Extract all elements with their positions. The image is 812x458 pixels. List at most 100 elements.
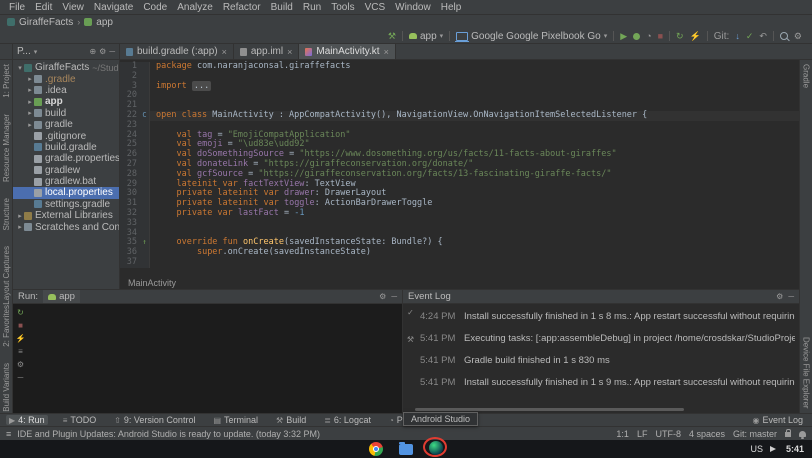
menu-tools[interactable]: Tools	[326, 2, 359, 13]
tree-item-idea[interactable]: ▸.idea	[13, 85, 119, 96]
stop-button[interactable]: ■	[658, 32, 663, 41]
tree-arrow-icon[interactable]: ▸	[26, 109, 34, 117]
run-tab-app[interactable]: app	[43, 290, 80, 303]
git-update-button[interactable]: ↓	[735, 32, 740, 41]
tree-item-gradle[interactable]: ▸.gradle	[13, 73, 119, 84]
close-tab-icon[interactable]: ×	[287, 47, 292, 57]
editor-tab-build-gradle-app[interactable]: build.gradle (:app)×	[120, 44, 234, 59]
minimize-icon[interactable]: ─	[391, 292, 397, 301]
check-icon[interactable]: ✓	[407, 308, 414, 317]
tool-window-button-build-variants[interactable]: Build Variants	[2, 363, 11, 412]
hide-panel-icon[interactable]: ─	[109, 47, 115, 56]
clock[interactable]: 5:41	[786, 444, 804, 454]
tree-arrow-icon[interactable]: ▸	[26, 121, 34, 129]
status-git-master[interactable]: Git: master	[733, 429, 777, 439]
notifications-bell-icon[interactable]	[799, 431, 806, 437]
tree-item-build-gradle[interactable]: build.gradle	[13, 142, 119, 153]
menu-help[interactable]: Help	[436, 2, 467, 13]
minimize-icon[interactable]: ─	[18, 373, 24, 382]
keyboard-layout-indicator[interactable]: US	[750, 444, 763, 454]
toolwindow-button-6-logcat[interactable]: ≣6: Logcat	[321, 415, 374, 425]
run-console[interactable]	[28, 304, 402, 413]
tool-window-button-structure[interactable]: Structure	[2, 198, 11, 230]
tree-item-external-libraries[interactable]: ▸External Libraries	[13, 210, 119, 221]
tree-item-scratches-and-consoles[interactable]: ▸Scratches and Consoles	[13, 221, 119, 232]
editor[interactable]: 1package com.naranjaconsal.giraffefacts2…	[120, 60, 799, 289]
toolwindow-button-event-log[interactable]: ◉Event Log	[749, 415, 806, 425]
run-configuration-select[interactable]: app ▾	[409, 31, 443, 42]
close-tab-icon[interactable]: ×	[222, 47, 227, 57]
run-settings-gear-icon[interactable]: ⚙	[379, 292, 386, 301]
menu-run[interactable]: Run	[298, 2, 326, 13]
lock-icon[interactable]	[785, 432, 791, 437]
tree-item-app[interactable]: ▸app	[13, 96, 119, 107]
bolt-icon[interactable]: ⚡	[16, 334, 26, 343]
gear-icon[interactable]: ⚙	[17, 360, 24, 369]
run-button[interactable]: ▶	[620, 32, 627, 41]
status-utf-8[interactable]: UTF-8	[655, 429, 681, 439]
status-1-1[interactable]: 1:1	[616, 429, 629, 439]
editor-breadcrumb[interactable]: MainActivity	[120, 277, 799, 289]
tool-window-button-gradle[interactable]: Gradle	[802, 64, 811, 88]
tree-arrow-icon[interactable]: ▸	[16, 212, 24, 220]
git-commit-button[interactable]: ✓	[746, 32, 754, 41]
tree-item-build[interactable]: ▸build	[13, 108, 119, 119]
device-select[interactable]: Google Google Pixelbook Go ▾	[456, 31, 607, 42]
toolwindow-button-9-version-control[interactable]: ⇧9: Version Control	[111, 415, 198, 425]
menu-build[interactable]: Build	[266, 2, 298, 13]
tree-item-settings-gradle[interactable]: settings.gradle	[13, 199, 119, 210]
menu-navigate[interactable]: Navigate	[89, 2, 138, 13]
status-message[interactable]: IDE and Plugin Updates: Android Studio i…	[17, 429, 320, 439]
menu-code[interactable]: Code	[138, 2, 172, 13]
tool-window-button-resource-manager[interactable]: Resource Manager	[2, 114, 11, 182]
tool-window-button-2-favorites[interactable]: 2: Favorites	[2, 305, 11, 347]
chrome-icon[interactable]	[369, 442, 383, 456]
apply-code-changes-button[interactable]: ⚡	[690, 32, 701, 41]
status-4-spaces[interactable]: 4 spaces	[689, 429, 725, 439]
close-tab-icon[interactable]: ×	[384, 47, 389, 57]
minimize-icon[interactable]: ─	[788, 292, 794, 301]
code-area[interactable]: 1package com.naranjaconsal.giraffefacts2…	[120, 60, 799, 277]
tool-window-button-1-project[interactable]: 1: Project	[2, 64, 11, 98]
menu-icon[interactable]: ≡	[18, 347, 23, 356]
menu-analyze[interactable]: Analyze	[172, 2, 218, 13]
build-hammer-icon[interactable]: ⚒	[388, 32, 396, 41]
tree-item-giraffefacts[interactable]: ▾GiraffeFacts~/StudioProjects/GiraffeFac…	[13, 62, 119, 73]
tool-window-button-device-file-explorer[interactable]: Device File Explorer	[802, 337, 811, 409]
editor-tab-mainactivity-kt[interactable]: MainActivity.kt×	[299, 44, 395, 59]
event-log-settings-gear-icon[interactable]: ⚙	[776, 292, 783, 301]
tree-arrow-icon[interactable]: ▸	[26, 75, 34, 83]
tree-item-gitignore[interactable]: .gitignore	[13, 130, 119, 141]
menu-window[interactable]: Window	[390, 2, 436, 13]
tree-item-local-properties[interactable]: local.properties	[13, 187, 119, 198]
toolwindow-button-todo[interactable]: ≡TODO	[60, 415, 100, 425]
tree-item-gradle-properties[interactable]: gradle.properties	[13, 153, 119, 164]
menu-view[interactable]: View	[57, 2, 89, 13]
toolwindow-button-build[interactable]: ⚒Build	[273, 415, 309, 425]
tree-arrow-icon[interactable]: ▸	[16, 223, 24, 231]
menu-edit[interactable]: Edit	[30, 2, 57, 13]
toolwindow-button-terminal[interactable]: ▤Terminal	[210, 415, 261, 425]
breadcrumb-module[interactable]: app	[96, 17, 113, 28]
tree-item-gradle[interactable]: ▸gradle	[13, 119, 119, 130]
tree-item-gradlew-bat[interactable]: gradlew.bat	[13, 176, 119, 187]
project-panel-title[interactable]: P...	[17, 46, 31, 57]
debug-button[interactable]	[633, 33, 640, 40]
rerun-icon[interactable]: ↻	[17, 308, 24, 317]
editor-tab-app-iml[interactable]: app.iml×	[234, 44, 300, 59]
profile-button[interactable]: ◔	[646, 32, 651, 41]
apply-changes-button[interactable]: ↻	[676, 32, 684, 41]
toolwindow-button-4-run[interactable]: ▶4: Run	[6, 415, 48, 425]
settings-gear-icon[interactable]: ⚙	[794, 32, 802, 41]
volume-icon[interactable]	[770, 446, 779, 452]
horizontal-scrollbar[interactable]	[415, 408, 684, 411]
menu-refactor[interactable]: Refactor	[218, 2, 266, 13]
tree-arrow-icon[interactable]: ▸	[26, 98, 34, 106]
menu-file[interactable]: File	[4, 2, 30, 13]
status-menu-icon[interactable]: ≡	[6, 429, 11, 439]
stop-icon[interactable]: ■	[18, 321, 23, 330]
tool-window-button-layout-captures[interactable]: Layout Captures	[2, 246, 11, 305]
menu-vcs[interactable]: VCS	[360, 2, 391, 13]
breadcrumb-project[interactable]: GiraffeFacts	[19, 17, 73, 28]
tree-item-gradlew[interactable]: gradlew	[13, 165, 119, 176]
